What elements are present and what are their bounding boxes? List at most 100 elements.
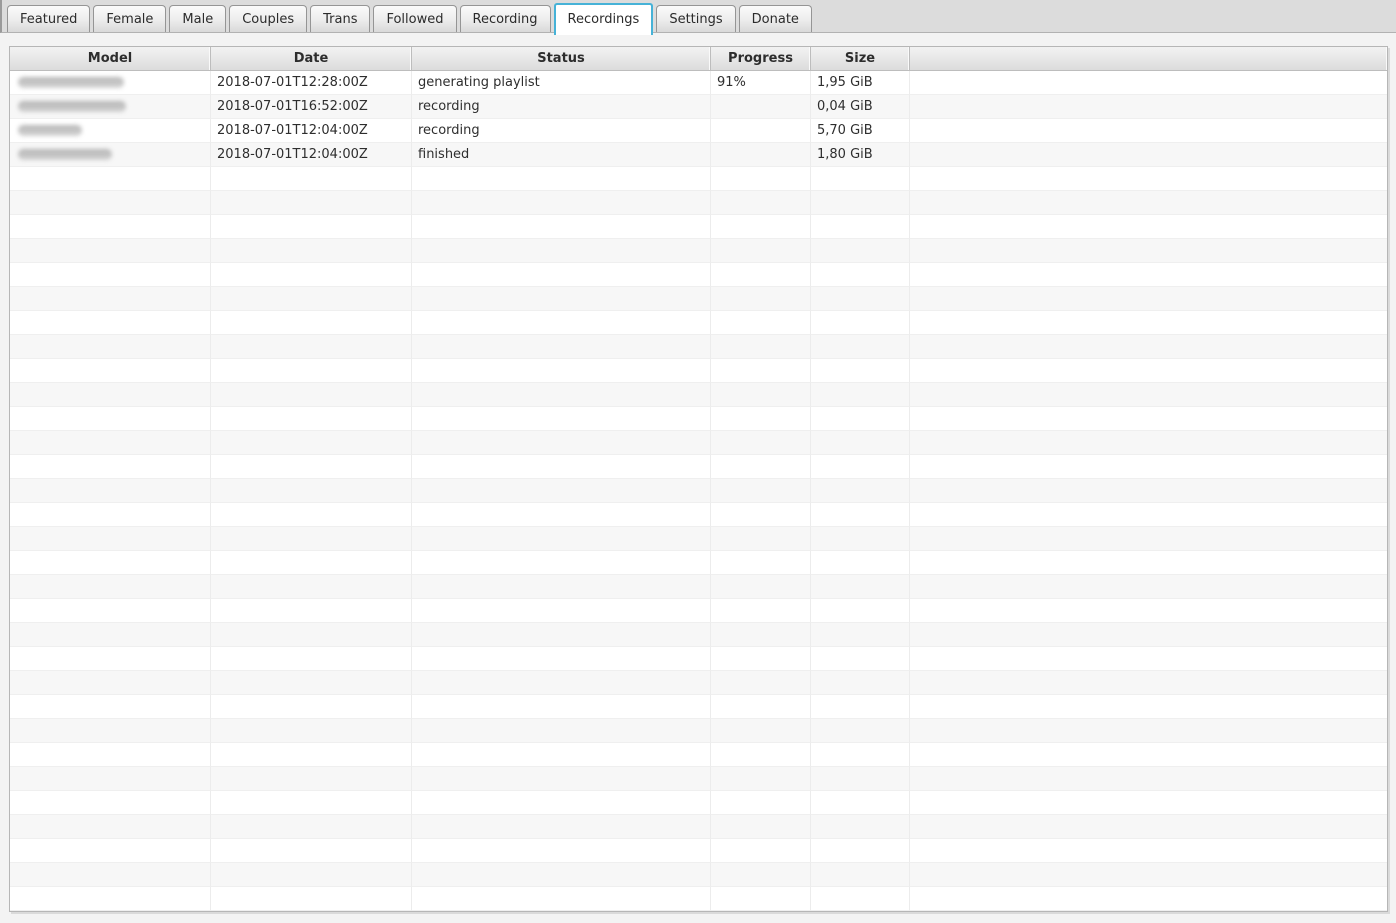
- model-name-redacted: [18, 77, 124, 88]
- table-row-empty: [10, 215, 1387, 239]
- column-header-progress[interactable]: Progress: [711, 47, 811, 71]
- tab-donate[interactable]: Donate: [739, 5, 812, 32]
- cell-filler: [910, 191, 1387, 215]
- tab-featured[interactable]: Featured: [7, 5, 90, 32]
- cell-model: [10, 359, 211, 383]
- column-header-size[interactable]: Size: [811, 47, 910, 71]
- cell-size: [811, 383, 910, 407]
- cell-date: [211, 671, 412, 695]
- cell-date: [211, 887, 412, 911]
- cell-status: [412, 359, 711, 383]
- table-row-empty: [10, 479, 1387, 503]
- cell-filler: [910, 623, 1387, 647]
- table-row[interactable]: 2018-07-01T12:04:00Zrecording5,70 GiB: [10, 119, 1387, 143]
- cell-date: [211, 503, 412, 527]
- cell-status: [412, 743, 711, 767]
- cell-status: [412, 431, 711, 455]
- cell-date: [211, 167, 412, 191]
- cell-date: [211, 263, 412, 287]
- cell-model: [10, 863, 211, 887]
- cell-progress: [711, 815, 811, 839]
- cell-filler: [910, 791, 1387, 815]
- cell-model: [10, 575, 211, 599]
- table-row-empty: [10, 431, 1387, 455]
- cell-filler: [910, 431, 1387, 455]
- cell-status: [412, 167, 711, 191]
- tab-female[interactable]: Female: [93, 5, 166, 32]
- table-row-empty: [10, 239, 1387, 263]
- cell-progress: [711, 671, 811, 695]
- cell-size: [811, 791, 910, 815]
- tab-trans[interactable]: Trans: [310, 5, 370, 32]
- cell-filler: [910, 671, 1387, 695]
- cell-model: [10, 599, 211, 623]
- column-header-filler: [910, 47, 1387, 71]
- cell-size: [811, 527, 910, 551]
- cell-model: [10, 143, 211, 167]
- column-header-model[interactable]: Model: [10, 47, 211, 71]
- cell-progress: [711, 287, 811, 311]
- table-row-empty: [10, 407, 1387, 431]
- cell-filler: [910, 647, 1387, 671]
- cell-model: [10, 671, 211, 695]
- cell-progress: [711, 743, 811, 767]
- cell-status: [412, 551, 711, 575]
- cell-progress: [711, 479, 811, 503]
- cell-model: [10, 431, 211, 455]
- tab-couples[interactable]: Couples: [229, 5, 307, 32]
- cell-date: [211, 551, 412, 575]
- column-header-status[interactable]: Status: [412, 47, 711, 71]
- cell-size: [811, 263, 910, 287]
- cell-date: [211, 743, 412, 767]
- cell-date: [211, 695, 412, 719]
- cell-date: 2018-07-01T12:28:00Z: [211, 71, 412, 95]
- cell-status: [412, 311, 711, 335]
- cell-filler: [910, 527, 1387, 551]
- cell-progress: [711, 647, 811, 671]
- table-row-empty: [10, 383, 1387, 407]
- cell-date: [211, 287, 412, 311]
- cell-filler: [910, 695, 1387, 719]
- table-row-empty: [10, 527, 1387, 551]
- cell-date: [211, 527, 412, 551]
- cell-progress: [711, 215, 811, 239]
- cell-progress: [711, 311, 811, 335]
- cell-size: [811, 815, 910, 839]
- cell-progress: [711, 143, 811, 167]
- cell-filler: [910, 815, 1387, 839]
- table-row[interactable]: 2018-07-01T16:52:00Zrecording0,04 GiB: [10, 95, 1387, 119]
- tab-bar: FeaturedFemaleMaleCouplesTransFollowedRe…: [0, 0, 1396, 33]
- tab-followed[interactable]: Followed: [373, 5, 456, 32]
- cell-date: [211, 383, 412, 407]
- column-header-date[interactable]: Date: [211, 47, 412, 71]
- tab-settings[interactable]: Settings: [656, 5, 735, 32]
- cell-date: 2018-07-01T12:04:00Z: [211, 119, 412, 143]
- cell-date: [211, 647, 412, 671]
- tab-recording[interactable]: Recording: [460, 5, 551, 32]
- cell-size: [811, 551, 910, 575]
- cell-model: [10, 287, 211, 311]
- cell-filler: [910, 95, 1387, 119]
- cell-status: [412, 623, 711, 647]
- cell-progress: [711, 887, 811, 911]
- cell-filler: [910, 551, 1387, 575]
- cell-status: [412, 287, 711, 311]
- table-row-empty: [10, 719, 1387, 743]
- table-row[interactable]: 2018-07-01T12:04:00Zfinished1,80 GiB: [10, 143, 1387, 167]
- tab-male[interactable]: Male: [169, 5, 226, 32]
- table-row-empty: [10, 767, 1387, 791]
- cell-size: 0,04 GiB: [811, 95, 910, 119]
- cell-filler: [910, 407, 1387, 431]
- table-row-empty: [10, 167, 1387, 191]
- cell-filler: [910, 887, 1387, 911]
- cell-date: [211, 215, 412, 239]
- cell-progress: [711, 239, 811, 263]
- model-name-redacted: [18, 149, 112, 160]
- cell-filler: [910, 311, 1387, 335]
- cell-date: [211, 575, 412, 599]
- cell-size: [811, 503, 910, 527]
- tab-recordings[interactable]: Recordings: [554, 3, 654, 35]
- cell-status: [412, 575, 711, 599]
- table-row[interactable]: 2018-07-01T12:28:00Zgenerating playlist9…: [10, 71, 1387, 95]
- cell-date: [211, 791, 412, 815]
